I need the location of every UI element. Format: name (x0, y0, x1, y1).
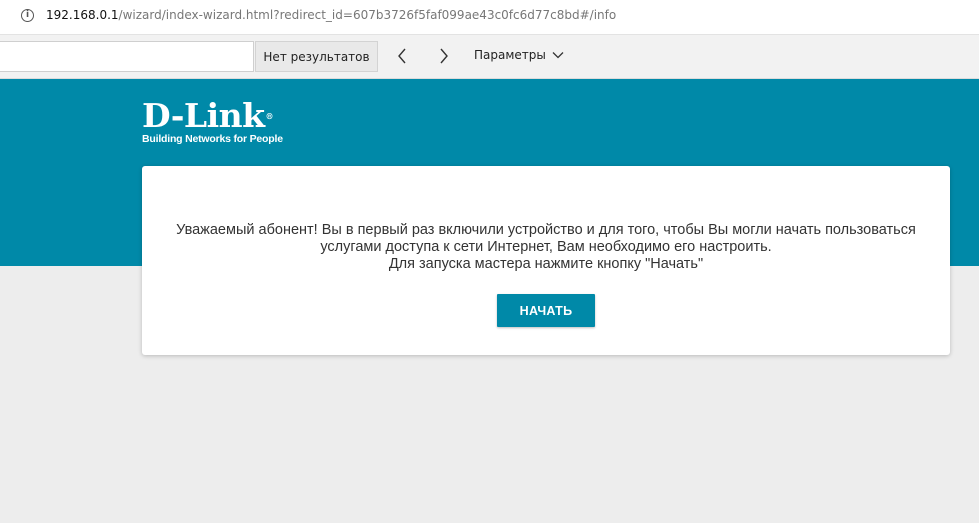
message-line-1: Уважаемый абонент! Вы в первый раз включ… (176, 222, 916, 238)
find-input[interactable] (0, 41, 254, 72)
url-text[interactable]: 192.168.0.1/wizard/index-wizard.html?red… (46, 8, 616, 22)
message-line-3: Для запуска мастера нажмите кнопку "Нача… (388, 256, 704, 272)
dlink-logo: D-Link® Building Networks for People (142, 96, 283, 146)
registered-mark-icon: ® (265, 111, 274, 121)
logo-tagline: Building Networks for People (142, 133, 283, 145)
find-options-dropdown[interactable]: Параметры (474, 48, 564, 62)
start-button[interactable]: НАЧАТЬ (497, 294, 595, 327)
chevron-right-icon (440, 48, 448, 64)
welcome-message: Уважаемый абонент! Вы в первый раз включ… (142, 222, 950, 273)
url-host: 192.168.0.1 (46, 8, 119, 22)
logo-wordmark: D-Link (142, 96, 265, 135)
page-content: D-Link® Building Networks for People Ува… (0, 79, 979, 523)
welcome-dialog: Уважаемый абонент! Вы в первый раз включ… (142, 166, 950, 355)
message-line-2: услугами доступа к сети Интернет, Вам не… (320, 239, 772, 255)
address-bar[interactable]: i 192.168.0.1/wizard/index-wizard.html?r… (0, 0, 979, 35)
find-results-label: Нет результатов (255, 41, 378, 72)
url-path: /wizard/index-wizard.html?redirect_id=60… (118, 8, 617, 22)
find-bar: Нет результатов Параметры (0, 35, 979, 79)
info-icon[interactable]: i (21, 9, 34, 22)
find-options-label: Параметры (474, 48, 546, 62)
chevron-down-icon (552, 52, 564, 59)
find-previous-button[interactable] (391, 45, 413, 67)
find-next-button[interactable] (433, 45, 455, 67)
chevron-left-icon (398, 48, 406, 64)
